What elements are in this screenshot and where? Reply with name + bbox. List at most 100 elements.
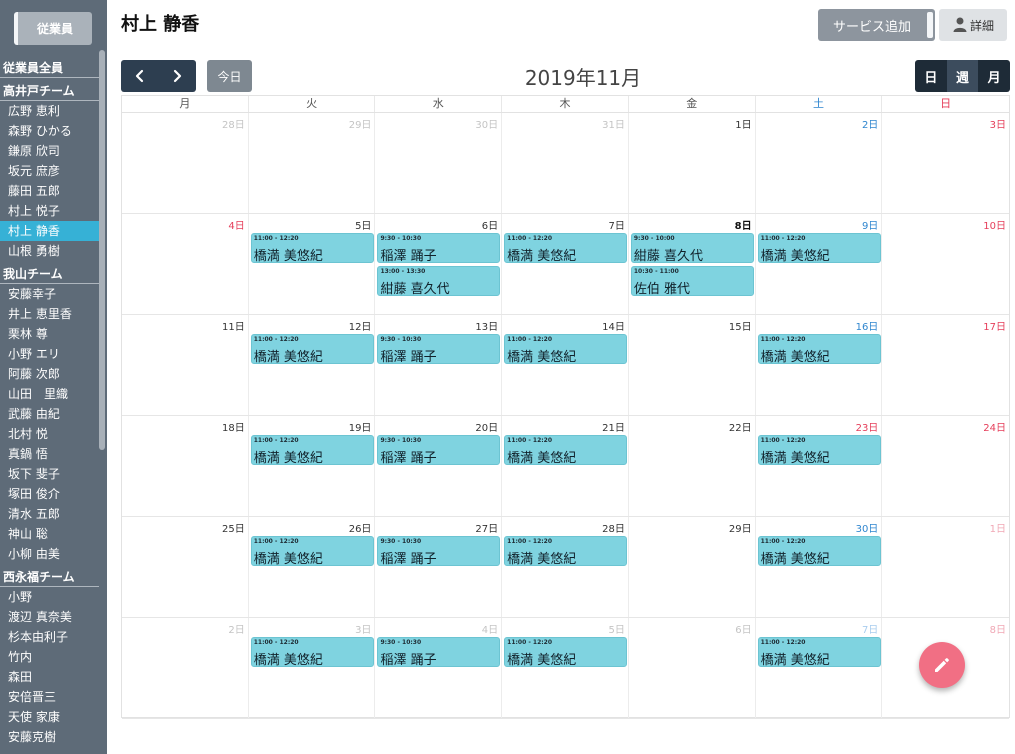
sidebar-member-item[interactable]: 藤田 五郎 [0, 181, 99, 201]
day-cell[interactable]: 29日 [249, 113, 376, 213]
day-cell[interactable]: 5日 11:00 - 12:20 橋満 美悠紀 [249, 214, 376, 314]
sidebar-scrollbar[interactable] [99, 50, 105, 450]
next-month-button[interactable] [158, 60, 195, 92]
event-block[interactable]: 11:00 - 12:20 橋満 美悠紀 [504, 233, 628, 264]
day-cell[interactable]: 5日 11:00 - 12:20 橋満 美悠紀 [502, 618, 629, 718]
event-block[interactable]: 9:30 - 10:30 稲澤 踊子 [377, 334, 501, 365]
sidebar-group-title[interactable]: 西永福チーム [0, 567, 99, 587]
sidebar-member-item[interactable]: 小野 エリ [0, 344, 99, 364]
day-cell[interactable]: 13日 9:30 - 10:30 稲澤 踊子 [375, 315, 503, 415]
day-cell[interactable]: 6日 [629, 618, 756, 718]
event-block[interactable]: 11:00 - 12:20 橋満 美悠紀 [504, 334, 628, 365]
sidebar-member-item[interactable]: 清水 五郎 [0, 504, 99, 524]
event-block[interactable]: 9:30 - 10:30 稲澤 踊子 [377, 233, 501, 264]
sidebar-group-title[interactable]: 高井戸チーム [0, 81, 99, 101]
event-block[interactable]: 11:00 - 12:20 橋満 美悠紀 [250, 536, 374, 567]
day-cell[interactable]: 25日 [122, 517, 249, 617]
day-cell[interactable]: 18日 [122, 416, 249, 516]
event-block[interactable]: 13:00 - 13:30 紺藤 喜久代 [377, 266, 501, 297]
sidebar-member-item[interactable]: 山根 勇樹 [0, 241, 99, 261]
event-block[interactable]: 9:30 - 10:30 稲澤 踊子 [377, 637, 501, 668]
sidebar-member-item[interactable]: 小柳 由美 [0, 544, 99, 564]
day-cell[interactable]: 30日 11:00 - 12:20 橋満 美悠紀 [756, 517, 883, 617]
day-cell[interactable]: 30日 [375, 113, 503, 213]
sidebar-member-item[interactable]: 広野 恵利 [0, 101, 99, 121]
event-block[interactable]: 11:00 - 12:20 橋満 美悠紀 [250, 233, 374, 264]
sidebar-member-item[interactable]: 北村 悦 [0, 424, 99, 444]
sidebar-member-item[interactable]: 小野 [0, 587, 99, 607]
event-block[interactable]: 9:30 - 10:00 紺藤 喜久代 [630, 233, 754, 264]
event-block[interactable]: 9:30 - 10:30 稲澤 踊子 [377, 435, 501, 466]
day-cell[interactable]: 11日 [122, 315, 249, 415]
view-week-button[interactable]: 週 [946, 60, 979, 92]
day-cell[interactable]: 29日 [629, 517, 756, 617]
day-cell[interactable]: 21日 11:00 - 12:20 橋満 美悠紀 [502, 416, 629, 516]
event-block[interactable]: 11:00 - 12:20 橋満 美悠紀 [757, 435, 881, 466]
sidebar-member-item[interactable]: 杉本由利子 [0, 627, 99, 647]
sidebar-member-item[interactable]: 村上 静香 [0, 221, 99, 241]
sidebar-member-item[interactable]: 栗林 尊 [0, 324, 99, 344]
prev-month-button[interactable] [121, 60, 158, 92]
day-cell[interactable]: 12日 11:00 - 12:20 橋満 美悠紀 [249, 315, 376, 415]
day-cell[interactable]: 23日 11:00 - 12:20 橋満 美悠紀 [756, 416, 883, 516]
day-cell[interactable]: 24日 [882, 416, 1009, 516]
sidebar-member-item[interactable]: 天使 家康 [0, 707, 99, 727]
sidebar-member-item[interactable]: 森田 [0, 667, 99, 687]
event-block[interactable]: 11:00 - 12:20 橋満 美悠紀 [250, 637, 374, 668]
add-service-button[interactable]: サービス追加 [818, 9, 935, 41]
day-cell[interactable]: 17日 [882, 315, 1009, 415]
day-cell[interactable]: 1日 [629, 113, 756, 213]
sidebar-member-item[interactable]: 神山 聡 [0, 524, 99, 544]
view-month-button[interactable]: 月 [978, 60, 1010, 92]
day-cell[interactable]: 19日 11:00 - 12:20 橋満 美悠紀 [249, 416, 376, 516]
event-block[interactable]: 10:30 - 11:00 佐伯 雅代 [630, 266, 754, 297]
day-cell[interactable]: 14日 11:00 - 12:20 橋満 美悠紀 [502, 315, 629, 415]
day-cell[interactable]: 28日 [122, 113, 249, 213]
event-block[interactable]: 11:00 - 12:20 橋満 美悠紀 [757, 536, 881, 567]
sidebar-member-item[interactable]: 坂下 斐子 [0, 464, 99, 484]
view-day-button[interactable]: 日 [915, 60, 947, 92]
day-cell[interactable]: 20日 9:30 - 10:30 稲澤 踊子 [375, 416, 503, 516]
event-block[interactable]: 11:00 - 12:20 橋満 美悠紀 [757, 334, 881, 365]
sidebar-member-item[interactable]: 森野 ひかる [0, 121, 99, 141]
day-cell[interactable]: 31日 [502, 113, 629, 213]
day-cell[interactable]: 26日 11:00 - 12:20 橋満 美悠紀 [249, 517, 376, 617]
day-cell[interactable]: 2日 [756, 113, 883, 213]
event-block[interactable]: 11:00 - 12:20 橋満 美悠紀 [250, 435, 374, 466]
day-cell[interactable]: 7日 11:00 - 12:20 橋満 美悠紀 [756, 618, 883, 718]
sidebar-group-title[interactable]: 我山チーム [0, 264, 99, 284]
sidebar-member-item[interactable]: 安倍晋三 [0, 687, 99, 707]
sidebar-group-title[interactable]: 従業員全員 [0, 58, 99, 78]
event-block[interactable]: 11:00 - 12:20 橋満 美悠紀 [757, 233, 881, 264]
sidebar-member-item[interactable]: 渡辺 真奈美 [0, 607, 99, 627]
event-block[interactable]: 9:30 - 10:30 稲澤 踊子 [377, 536, 501, 567]
edit-fab-button[interactable] [919, 642, 965, 688]
day-cell[interactable]: 10日 [882, 214, 1009, 314]
today-button[interactable]: 今日 [207, 60, 252, 92]
sidebar-member-item[interactable]: 山田 里織 [0, 384, 99, 404]
sidebar-member-item[interactable]: 安藤幸子 [0, 284, 99, 304]
day-cell[interactable]: 3日 [882, 113, 1009, 213]
event-block[interactable]: 11:00 - 12:20 橋満 美悠紀 [757, 637, 881, 668]
sidebar-member-item[interactable]: 安藤克樹 [0, 727, 99, 747]
day-cell[interactable]: 1日 [882, 517, 1009, 617]
sidebar-member-item[interactable]: 坂元 庶彦 [0, 161, 99, 181]
day-cell[interactable]: 2日 [122, 618, 249, 718]
day-cell[interactable]: 16日 11:00 - 12:20 橋満 美悠紀 [756, 315, 883, 415]
sidebar-member-item[interactable]: 竹内 [0, 647, 99, 667]
sidebar-member-item[interactable]: 塚田 俊介 [0, 484, 99, 504]
sidebar-member-item[interactable]: 阿藤 次郎 [0, 364, 99, 384]
sidebar-member-item[interactable]: 村上 悦子 [0, 201, 99, 221]
day-cell[interactable]: 4日 [122, 214, 249, 314]
day-cell[interactable]: 8日 9:30 - 10:00 紺藤 喜久代 10:30 - 11:00 佐伯 雅代 [629, 214, 756, 314]
detail-button[interactable]: 詳細 [939, 9, 1007, 41]
sidebar-member-item[interactable]: 井上 恵里香 [0, 304, 99, 324]
event-block[interactable]: 11:00 - 12:20 橋満 美悠紀 [504, 637, 628, 668]
event-block[interactable]: 11:00 - 12:20 橋満 美悠紀 [504, 435, 628, 466]
employee-button[interactable]: 従業員 [14, 12, 92, 45]
day-cell[interactable]: 9日 11:00 - 12:20 橋満 美悠紀 [756, 214, 883, 314]
day-cell[interactable]: 6日 9:30 - 10:30 稲澤 踊子 13:00 - 13:30 紺藤 喜久代 [375, 214, 503, 314]
day-cell[interactable]: 4日 9:30 - 10:30 稲澤 踊子 [375, 618, 503, 718]
sidebar-member-item[interactable]: 武藤 由紀 [0, 404, 99, 424]
event-block[interactable]: 11:00 - 12:20 橋満 美悠紀 [504, 536, 628, 567]
